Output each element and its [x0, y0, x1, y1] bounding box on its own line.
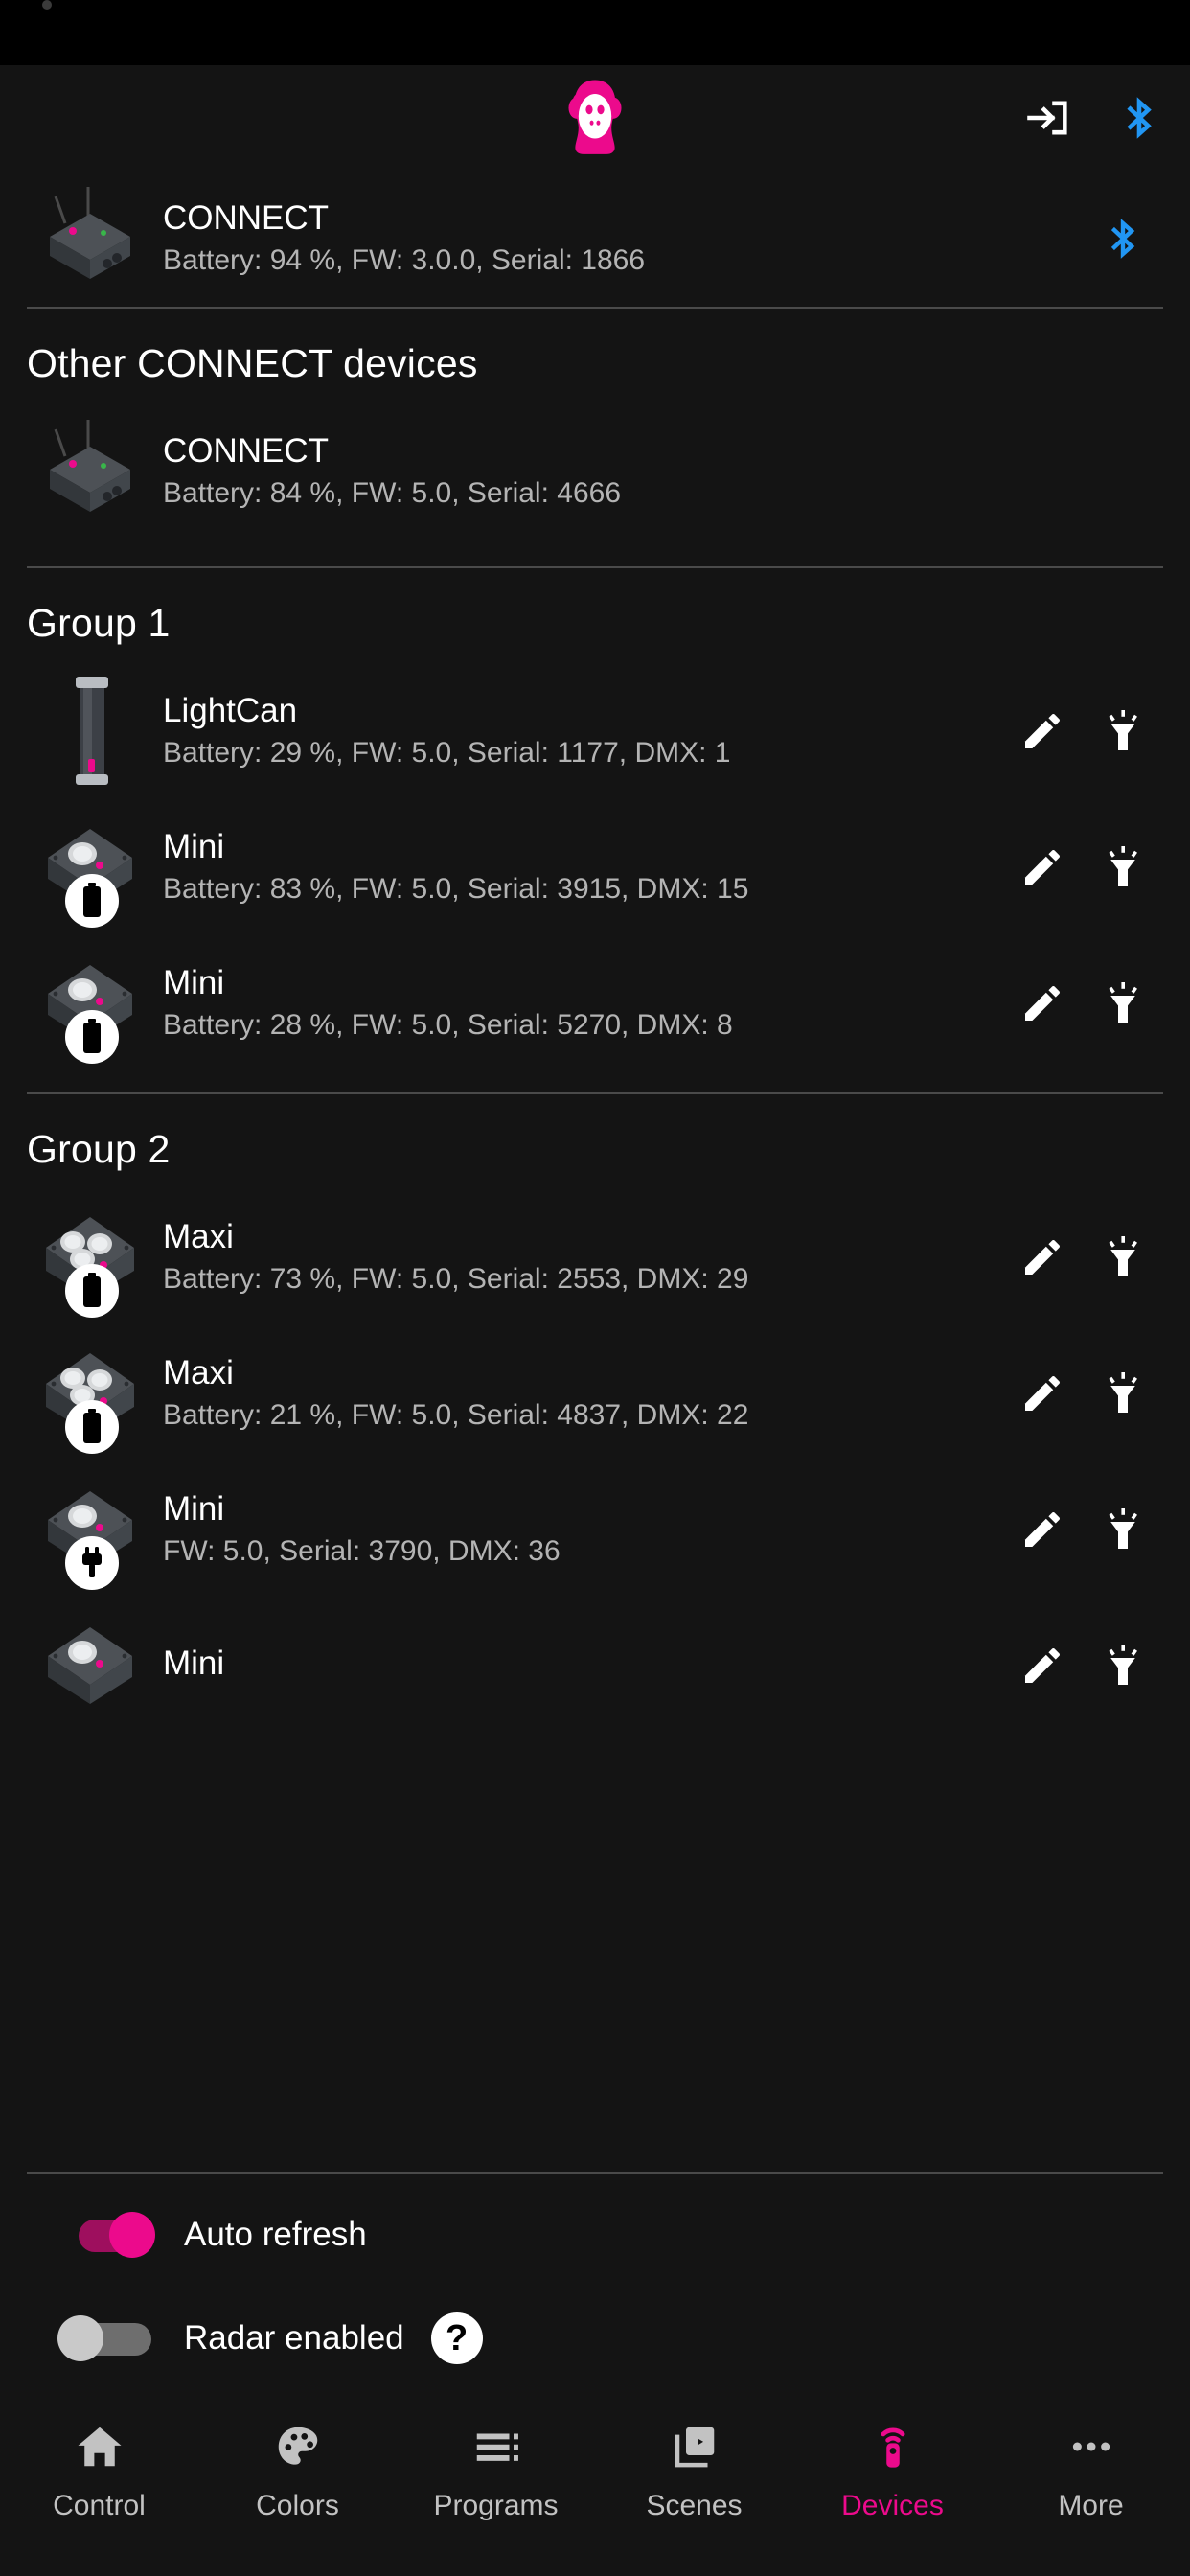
- device-meta: Battery: 28 %, FW: 5.0, Serial: 5270, DM…: [163, 1008, 733, 1041]
- app-screen: CONNECT Battery: 94 %, FW: 3.0.0, Serial…: [0, 0, 1190, 2576]
- nav-label: More: [1058, 2490, 1124, 2521]
- settings-toggles: Auto refresh Radar enabled ?: [0, 2174, 1190, 2396]
- bluetooth-icon[interactable]: [1115, 94, 1163, 142]
- maxi-light-icon: [27, 1201, 153, 1318]
- device-meta: Battery: 83 %, FW: 5.0, Serial: 3915, DM…: [163, 872, 749, 905]
- flashlight-icon[interactable]: [1100, 1234, 1146, 1280]
- device-name: Mini: [163, 828, 225, 866]
- nav-label: Colors: [256, 2490, 339, 2521]
- maxi-light-icon: [27, 1337, 153, 1454]
- nav-item-programs[interactable]: Programs: [397, 2419, 595, 2522]
- pencil-icon[interactable]: [1019, 708, 1065, 754]
- device-row[interactable]: Mini: [0, 1598, 1190, 1734]
- device-name: LightCan: [163, 692, 298, 730]
- nav-item-more[interactable]: More: [992, 2419, 1190, 2522]
- pencil-icon[interactable]: [1019, 1506, 1065, 1552]
- connect-box-icon: [27, 415, 153, 528]
- radar-enabled-label: Radar enabled: [184, 2319, 404, 2357]
- device-meta: Battery: 84 %, FW: 5.0, Serial: 4666: [163, 476, 622, 509]
- device-name: Mini: [163, 964, 225, 1002]
- nav-item-control[interactable]: Control: [0, 2419, 198, 2522]
- flashlight-icon[interactable]: [1100, 980, 1146, 1026]
- ellipsis-icon: [1065, 2419, 1117, 2474]
- section-title-group-1: Group 1: [27, 601, 171, 645]
- nav-label: Control: [53, 2490, 146, 2521]
- scenes-play-icon: [669, 2419, 721, 2474]
- section-title-group-2: Group 2: [27, 1127, 171, 1171]
- section-title-other-connect: Other CONNECT devices: [27, 341, 478, 385]
- flashlight-icon[interactable]: [1100, 844, 1146, 890]
- remote-signal-icon: [867, 2419, 919, 2474]
- connect-box-icon: [27, 182, 153, 295]
- radar-enabled-row[interactable]: Radar enabled ?: [0, 2287, 1190, 2390]
- device-row[interactable]: Mini Battery: 28 %, FW: 5.0, Serial: 527…: [0, 935, 1190, 1071]
- login-arrow-icon[interactable]: [1023, 93, 1073, 143]
- mini-light-icon: [27, 1473, 153, 1590]
- device-row[interactable]: Maxi Battery: 21 %, FW: 5.0, Serial: 483…: [0, 1325, 1190, 1461]
- battery-icon: [65, 1400, 119, 1454]
- auto-refresh-row[interactable]: Auto refresh: [0, 2183, 1190, 2287]
- device-meta: Battery: 94 %, FW: 3.0.0, Serial: 1866: [163, 243, 646, 276]
- device-name: Maxi: [163, 1218, 234, 1256]
- device-row[interactable]: CONNECT Battery: 84 %, FW: 5.0, Serial: …: [0, 403, 1190, 540]
- nav-item-colors[interactable]: Colors: [198, 2419, 397, 2522]
- nav-item-devices[interactable]: Devices: [793, 2419, 992, 2522]
- device-row[interactable]: Mini Battery: 83 %, FW: 5.0, Serial: 391…: [0, 799, 1190, 935]
- radar-enabled-toggle[interactable]: [57, 2315, 151, 2361]
- lightcan-tube-icon: [27, 675, 153, 788]
- device-list-scroll[interactable]: CONNECT Battery: 94 %, FW: 3.0.0, Serial…: [0, 171, 1190, 2172]
- pencil-icon[interactable]: [1019, 980, 1065, 1026]
- device-name: CONNECT: [163, 432, 330, 471]
- pencil-icon[interactable]: [1019, 1234, 1065, 1280]
- device-name: Mini: [163, 1490, 225, 1529]
- nav-label: Devices: [841, 2490, 944, 2521]
- auto-refresh-label: Auto refresh: [184, 2216, 367, 2253]
- app-bar: [0, 65, 1190, 171]
- pencil-icon[interactable]: [1019, 1370, 1065, 1416]
- mini-light-icon: [27, 947, 153, 1064]
- nav-item-scenes[interactable]: Scenes: [595, 2419, 793, 2522]
- device-name: CONNECT: [163, 199, 330, 238]
- device-name: Mini: [163, 1644, 225, 1683]
- device-meta: FW: 5.0, Serial: 3790, DMX: 36: [163, 1534, 561, 1567]
- status-bar: [0, 0, 1190, 65]
- bottom-navigation: Control Colors Programs Scenes Devices M…: [0, 2396, 1190, 2576]
- auto-refresh-toggle[interactable]: [59, 2212, 155, 2258]
- device-row[interactable]: Maxi Battery: 73 %, FW: 5.0, Serial: 255…: [0, 1189, 1190, 1325]
- pencil-icon[interactable]: [1019, 844, 1065, 890]
- power-plug-icon: [65, 1536, 119, 1590]
- flashlight-icon[interactable]: [1100, 1370, 1146, 1416]
- device-meta: Battery: 21 %, FW: 5.0, Serial: 4837, DM…: [163, 1398, 749, 1431]
- flashlight-icon[interactable]: [1100, 1506, 1146, 1552]
- bluetooth-icon[interactable]: [1100, 216, 1146, 262]
- flashlight-icon[interactable]: [1100, 1643, 1146, 1689]
- flashlight-icon[interactable]: [1100, 708, 1146, 754]
- monkey-logo: [552, 75, 638, 161]
- list-icon: [470, 2419, 522, 2474]
- device-row[interactable]: Mini FW: 5.0, Serial: 3790, DMX: 36: [0, 1461, 1190, 1598]
- battery-icon: [65, 1264, 119, 1318]
- pencil-icon[interactable]: [1019, 1643, 1065, 1689]
- nav-label: Scenes: [646, 2490, 743, 2521]
- help-icon[interactable]: ?: [430, 2312, 483, 2364]
- mini-light-icon: [27, 1609, 153, 1722]
- palette-icon: [272, 2419, 324, 2474]
- device-name: Maxi: [163, 1354, 234, 1392]
- device-meta: Battery: 29 %, FW: 5.0, Serial: 1177, DM…: [163, 736, 731, 769]
- device-meta: Battery: 73 %, FW: 5.0, Serial: 2553, DM…: [163, 1262, 749, 1295]
- home-icon: [74, 2419, 126, 2474]
- nav-label: Programs: [433, 2490, 559, 2521]
- battery-icon: [65, 1010, 119, 1064]
- mini-light-icon: [27, 811, 153, 928]
- status-indicator-icon: [42, 0, 52, 10]
- battery-icon: [65, 874, 119, 928]
- device-row-connected[interactable]: CONNECT Battery: 94 %, FW: 3.0.0, Serial…: [0, 171, 1190, 307]
- device-row[interactable]: LightCan Battery: 29 %, FW: 5.0, Serial:…: [0, 663, 1190, 799]
